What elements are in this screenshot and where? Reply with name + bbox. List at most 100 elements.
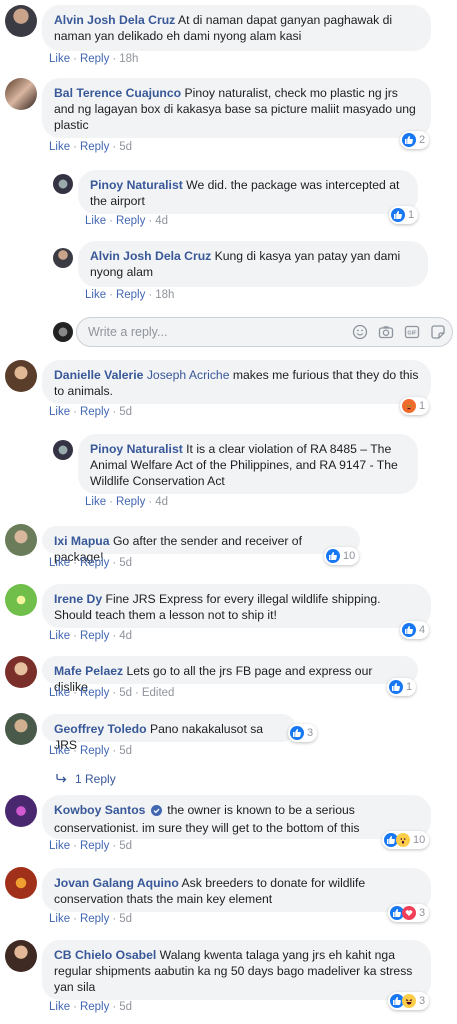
comment-author[interactable]: Pinoy Naturalist xyxy=(90,178,183,192)
timestamp[interactable]: 5d xyxy=(119,913,132,925)
tagged-user[interactable]: Joseph Acriche xyxy=(147,368,230,382)
like-link[interactable]: Like xyxy=(85,289,106,301)
view-replies-link[interactable]: 1 Reply xyxy=(56,772,116,786)
comment-author[interactable]: Pinoy Naturalist xyxy=(90,442,183,456)
avatar[interactable] xyxy=(53,248,73,268)
reaction-number: 3 xyxy=(419,995,426,1007)
comment-author[interactable]: Mafe Pelaez xyxy=(54,664,123,678)
emoji-icon[interactable] xyxy=(352,324,368,340)
reply-link[interactable]: Reply xyxy=(80,687,109,699)
reply-link[interactable]: Reply xyxy=(80,913,109,925)
reaction-count[interactable]: 10 xyxy=(324,547,360,565)
timestamp[interactable]: 5d xyxy=(119,840,132,852)
avatar[interactable] xyxy=(5,713,37,745)
reply-placeholder: Write a reply... xyxy=(88,325,168,339)
like-link[interactable]: Like xyxy=(49,557,70,569)
comment-author[interactable]: Bal Terence Cuajunco xyxy=(54,86,181,100)
avatar[interactable] xyxy=(5,360,37,392)
avatar[interactable] xyxy=(53,174,73,194)
comment-bubble: Geoffrey Toledo Pano nakakalusot sa JRS xyxy=(42,714,296,752)
comment-author[interactable]: Danielle Valerie xyxy=(54,368,143,382)
like-reaction-icon xyxy=(326,549,340,563)
comment-author[interactable]: Geoffrey Toledo xyxy=(54,722,147,736)
comment-actions: Like · Reply · 5d xyxy=(49,406,132,418)
like-link[interactable]: Like xyxy=(49,1001,70,1013)
timestamp[interactable]: 5d xyxy=(119,557,132,569)
comment-author[interactable]: Alvin Josh Dela Cruz xyxy=(54,13,175,27)
reaction-number: 3 xyxy=(419,907,426,919)
reaction-count[interactable]: 2 xyxy=(400,131,430,149)
like-link[interactable]: Like xyxy=(49,913,70,925)
wow-reaction-icon xyxy=(396,833,410,847)
timestamp[interactable]: 18h xyxy=(119,53,138,65)
reaction-count[interactable]: 3 xyxy=(288,724,318,742)
avatar[interactable] xyxy=(5,584,37,616)
edited-label[interactable]: Edited xyxy=(142,687,175,699)
reaction-count[interactable]: 3 xyxy=(388,904,430,922)
avatar[interactable] xyxy=(53,440,73,460)
like-link[interactable]: Like xyxy=(49,687,70,699)
reaction-number: 10 xyxy=(343,550,356,562)
reaction-count[interactable]: 10 xyxy=(382,831,430,849)
reply-input[interactable]: Write a reply... GIF xyxy=(76,317,453,347)
current-user-avatar xyxy=(53,322,73,342)
reply-link[interactable]: Reply xyxy=(80,53,109,65)
timestamp[interactable]: 5d xyxy=(119,745,132,757)
like-link[interactable]: Like xyxy=(85,215,106,227)
timestamp[interactable]: 5d xyxy=(119,1001,132,1013)
reply-link[interactable]: Reply xyxy=(80,1001,109,1013)
avatar[interactable] xyxy=(5,867,37,899)
comment-actions: Like · Reply · 18h xyxy=(85,289,175,301)
comment-author[interactable]: Ixi Mapua xyxy=(54,534,110,548)
timestamp[interactable]: 4d xyxy=(155,496,168,508)
comment-bubble: Ixi Mapua Go after the sender and receiv… xyxy=(42,526,360,564)
reply-link[interactable]: Reply xyxy=(116,496,145,508)
like-link[interactable]: Like xyxy=(85,496,106,508)
comment-author[interactable]: Kowboy Santos xyxy=(54,803,145,817)
reply-link[interactable]: Reply xyxy=(80,141,109,153)
reaction-count[interactable]: 1 xyxy=(400,397,430,415)
like-link[interactable]: Like xyxy=(49,630,70,642)
avatar[interactable] xyxy=(5,5,37,37)
reply-link[interactable]: Reply xyxy=(80,840,109,852)
reaction-count[interactable]: 4 xyxy=(400,621,430,639)
reaction-count[interactable]: 1 xyxy=(387,678,417,696)
like-link[interactable]: Like xyxy=(49,141,70,153)
like-link[interactable]: Like xyxy=(49,840,70,852)
comment-bubble: Alvin Josh Dela Cruz Kung di kasya yan p… xyxy=(78,241,428,287)
reaction-count[interactable]: 1 xyxy=(389,206,419,224)
comment-author[interactable]: Alvin Josh Dela Cruz xyxy=(90,249,211,263)
reply-link[interactable]: Reply xyxy=(116,289,145,301)
camera-icon[interactable] xyxy=(378,324,394,340)
reaction-number: 1 xyxy=(408,209,415,221)
like-link[interactable]: Like xyxy=(49,406,70,418)
reply-link[interactable]: Reply xyxy=(80,745,109,757)
gif-icon[interactable]: GIF xyxy=(404,324,420,340)
reaction-count[interactable]: 3 xyxy=(388,992,430,1010)
comment-author[interactable]: Irene Dy xyxy=(54,592,102,606)
comment-actions: Like · Reply · 4d xyxy=(85,215,168,227)
avatar[interactable] xyxy=(5,795,37,827)
comment-author[interactable]: Jovan Galang Aquino xyxy=(54,876,179,890)
reply-link[interactable]: Reply xyxy=(80,630,109,642)
avatar[interactable] xyxy=(5,656,37,688)
sticker-icon[interactable] xyxy=(430,324,446,340)
reply-link[interactable]: Reply xyxy=(80,557,109,569)
avatar[interactable] xyxy=(5,940,37,972)
timestamp[interactable]: 5d xyxy=(119,141,132,153)
reply-link[interactable]: Reply xyxy=(116,215,145,227)
comment-actions: Like · Reply · 4d xyxy=(49,630,132,642)
comment-actions: Like · Reply · 5d xyxy=(49,557,132,569)
reply-link[interactable]: Reply xyxy=(80,406,109,418)
timestamp[interactable]: 4d xyxy=(119,630,132,642)
timestamp[interactable]: 18h xyxy=(155,289,174,301)
comment-author[interactable]: CB Chielo Osabel xyxy=(54,948,156,962)
avatar[interactable] xyxy=(5,524,37,556)
timestamp[interactable]: 4d xyxy=(155,215,168,227)
timestamp[interactable]: 5d xyxy=(119,406,132,418)
like-reaction-icon xyxy=(402,623,416,637)
timestamp[interactable]: 5d xyxy=(119,687,132,699)
like-link[interactable]: Like xyxy=(49,745,70,757)
avatar[interactable] xyxy=(5,78,37,110)
like-link[interactable]: Like xyxy=(49,53,70,65)
